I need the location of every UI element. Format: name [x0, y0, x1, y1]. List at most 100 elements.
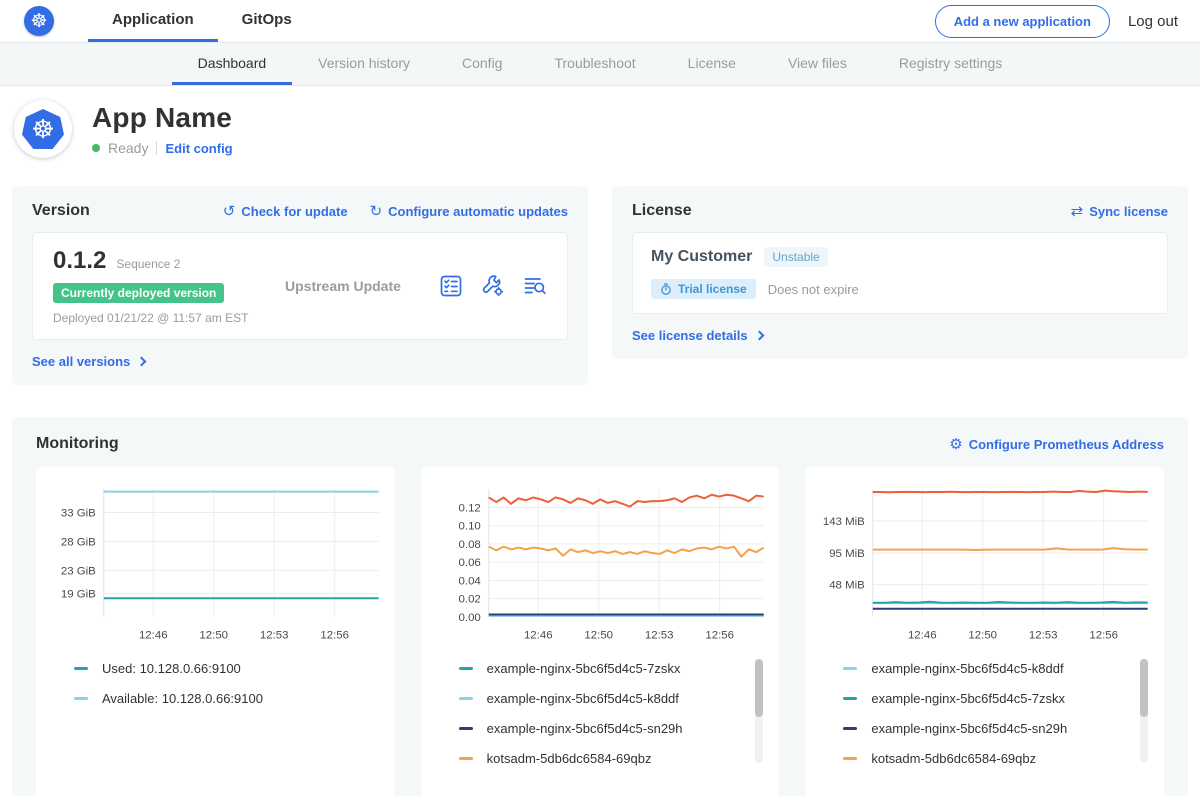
edit-config-link[interactable]: Edit config: [165, 141, 232, 156]
app-avatar: ☸: [14, 100, 72, 158]
svg-text:12:50: 12:50: [969, 630, 998, 642]
tab-config[interactable]: Config: [436, 43, 528, 85]
legend-scrollbar-thumb[interactable]: [755, 659, 763, 717]
app-subnav: Dashboard Version history Config Trouble…: [0, 42, 1200, 86]
license-box: My Customer Unstable Trial license Does …: [632, 232, 1168, 314]
svg-text:0.02: 0.02: [458, 594, 480, 606]
tab-version-history[interactable]: Version history: [292, 43, 436, 85]
version-card-title: Version: [32, 202, 90, 220]
page-title: App Name: [92, 102, 233, 134]
divider: [156, 141, 157, 155]
current-version-box: 0.1.2 Sequence 2 Currently deployed vers…: [32, 232, 568, 340]
legend-item: example-nginx-5bc6f5d4c5-k8ddf: [843, 661, 1154, 676]
charts-row: 12:4612:5012:5312:5633 GiB28 GiB23 GiB19…: [36, 467, 1164, 796]
version-card: Version ↺ Check for update ↻ Configure a…: [12, 186, 588, 385]
legend-series-name: kotsadm-5db6dc6584-69qbz: [487, 751, 652, 766]
chart-title: Disk Usage: [46, 787, 385, 796]
license-card: License ⇄ Sync license My Customer Unsta…: [612, 186, 1188, 359]
see-license-details-link[interactable]: See license details: [632, 328, 748, 343]
svg-text:12:53: 12:53: [645, 630, 674, 642]
svg-text:12:53: 12:53: [260, 630, 289, 642]
legend-series-name: example-nginx-5bc6f5d4c5-sn29h: [487, 721, 683, 736]
tab-application[interactable]: Application: [88, 0, 218, 42]
legend-color-dash: [459, 757, 473, 760]
disk-usage-legend: Used: 10.128.0.66:9100 Available: 10.128.…: [46, 661, 385, 787]
svg-text:143 MiB: 143 MiB: [823, 516, 865, 528]
legend-item: example-nginx-5bc6f5d4c5-7zskx: [459, 661, 770, 676]
tab-dashboard[interactable]: Dashboard: [172, 43, 293, 85]
legend-series-name: kotsadm-5db6dc6584-69qbz: [871, 751, 1036, 766]
edit-config-icon[interactable]: [481, 274, 505, 298]
svg-text:48 MiB: 48 MiB: [830, 580, 866, 592]
monitoring-title: Monitoring: [36, 435, 119, 453]
sync-arrows-icon: ⇄: [1071, 204, 1084, 219]
top-navigation: ☸ Application GitOps Add a new applicati…: [0, 0, 1200, 42]
tab-troubleshoot[interactable]: Troubleshoot: [528, 43, 661, 85]
check-for-update-link[interactable]: ↺ Check for update: [223, 204, 348, 219]
sync-license-link[interactable]: ⇄ Sync license: [1071, 204, 1168, 219]
currently-deployed-badge: Currently deployed version: [53, 283, 224, 303]
legend-series-name: Used: 10.128.0.66:9100: [102, 661, 241, 676]
legend-item: example-nginx-5bc6f5d4c5-sn29h: [843, 721, 1154, 736]
legend-item: kotsadm-5db6dc6584-69qbz: [843, 751, 1154, 766]
channel-badge: Unstable: [764, 247, 827, 267]
svg-text:12:46: 12:46: [908, 630, 937, 642]
legend-color-dash: [459, 667, 473, 670]
trial-license-badge: Trial license: [651, 279, 756, 299]
customer-name: My Customer: [651, 248, 752, 266]
disk-usage-panel: 12:4612:5012:5312:5633 GiB28 GiB23 GiB19…: [36, 467, 395, 796]
legend-color-dash: [74, 697, 88, 700]
tab-license[interactable]: License: [662, 43, 762, 85]
legend-color-dash: [843, 727, 857, 730]
svg-text:95 MiB: 95 MiB: [830, 548, 866, 560]
legend-item: example-nginx-5bc6f5d4c5-sn29h: [459, 721, 770, 736]
see-all-versions-link[interactable]: See all versions: [32, 354, 130, 369]
tab-gitops[interactable]: GitOps: [218, 0, 316, 42]
svg-text:12:56: 12:56: [1090, 630, 1119, 642]
add-application-button[interactable]: Add a new application: [935, 5, 1110, 38]
tab-registry-settings[interactable]: Registry settings: [873, 43, 1028, 85]
refresh-icon: ↺: [223, 204, 236, 219]
legend-scrollbar-thumb[interactable]: [1140, 659, 1148, 717]
legend-scrollbar[interactable]: [1140, 659, 1148, 763]
svg-text:12:56: 12:56: [320, 630, 349, 642]
legend-color-dash: [459, 697, 473, 700]
kubernetes-app-icon: ☸: [22, 109, 64, 149]
legend-item: Used: 10.128.0.66:9100: [74, 661, 385, 676]
memory-usage-chart: 12:46 12:50 12:53 12:56 143 MiB 95 MiB 48 MiB: [815, 479, 1154, 647]
tab-view-files[interactable]: View files: [762, 43, 873, 85]
version-sequence: Sequence 2: [116, 257, 180, 271]
clock-refresh-icon: ↻: [370, 204, 383, 219]
legend-series-name: example-nginx-5bc6f5d4c5-k8ddf: [487, 691, 679, 706]
memory-usage-panel: 12:4612:5012:5312:56143 MiB95 MiB48 MiB …: [805, 467, 1164, 796]
status-text: Ready: [108, 140, 148, 156]
svg-text:23 GiB: 23 GiB: [61, 565, 96, 577]
svg-text:0.00: 0.00: [458, 612, 480, 624]
monitoring-card: Monitoring ⚙ Configure Prometheus Addres…: [12, 417, 1188, 796]
preflight-checks-icon[interactable]: [439, 274, 463, 298]
configure-prometheus-link[interactable]: ⚙ Configure Prometheus Address: [949, 437, 1164, 452]
disk-usage-chart: 12:4612:5012:5312:5633 GiB28 GiB23 GiB19…: [46, 479, 385, 647]
svg-text:19 GiB: 19 GiB: [61, 589, 96, 601]
configure-automatic-updates-link[interactable]: ↻ Configure automatic updates: [370, 204, 568, 219]
svg-text:33 GiB: 33 GiB: [61, 507, 96, 519]
status-dot: [92, 144, 100, 152]
legend-series-name: Available: 10.128.0.66:9100: [102, 691, 263, 706]
kubernetes-logo-icon: ☸: [24, 6, 54, 36]
svg-text:12:53: 12:53: [1029, 630, 1058, 642]
logout-button[interactable]: Log out: [1128, 13, 1178, 30]
legend-item: example-nginx-5bc6f5d4c5-7zskx: [843, 691, 1154, 706]
license-card-title: License: [632, 202, 692, 220]
brand-logo[interactable]: ☸: [24, 0, 54, 42]
cpu-usage-chart: 12:4612:5012:5312:560.120.100.080.060.04…: [431, 479, 770, 647]
legend-series-name: example-nginx-5bc6f5d4c5-7zskx: [487, 661, 681, 676]
legend-scrollbar[interactable]: [755, 659, 763, 763]
chart-title: CPU Usage: [431, 787, 770, 796]
cpu-usage-legend: example-nginx-5bc6f5d4c5-7zskx example-ng…: [431, 661, 770, 787]
view-diff-icon[interactable]: [523, 274, 547, 298]
stopwatch-icon: [660, 283, 672, 295]
svg-text:12:50: 12:50: [199, 630, 228, 642]
legend-series-name: example-nginx-5bc6f5d4c5-sn29h: [871, 721, 1067, 736]
topnav-tabs: Application GitOps: [88, 0, 316, 42]
svg-text:12:46: 12:46: [524, 630, 553, 642]
